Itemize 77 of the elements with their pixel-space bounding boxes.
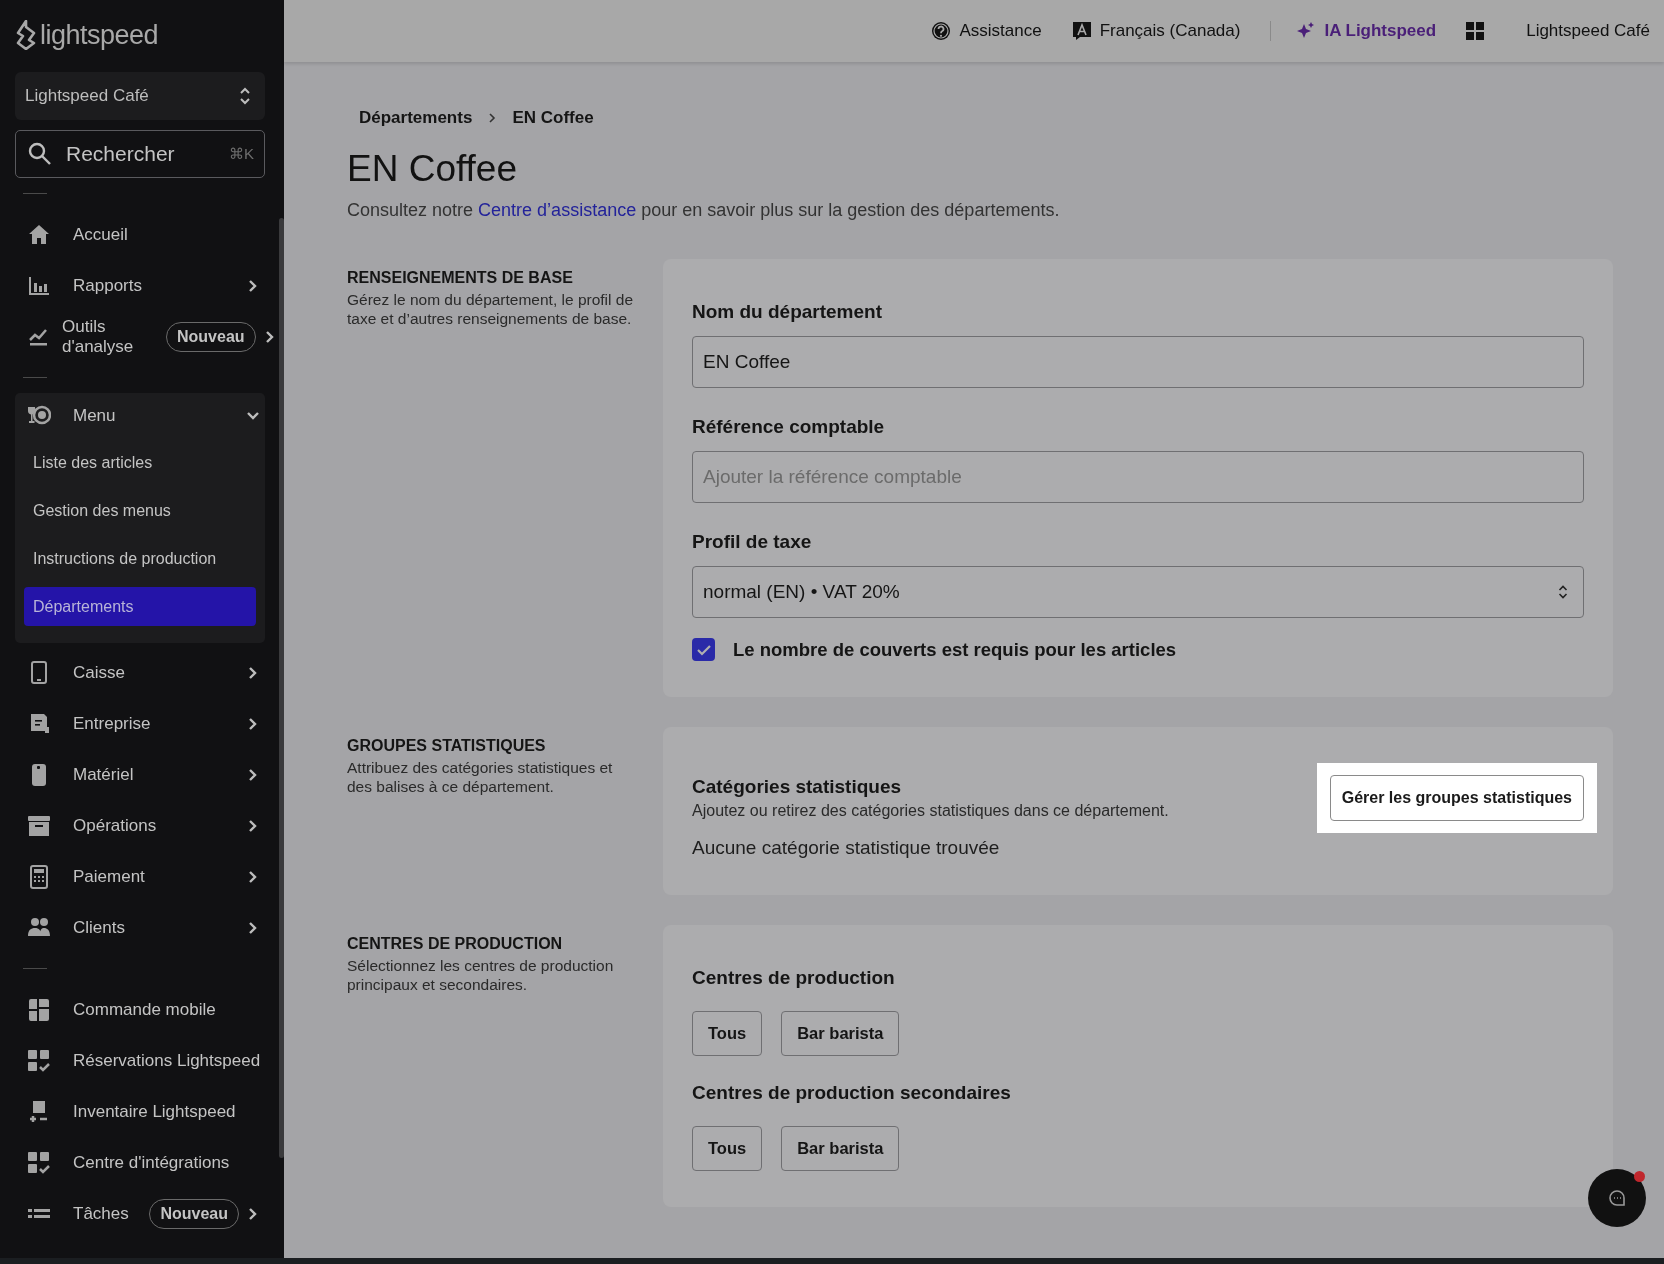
nav-item[interactable]: Paiement [15, 851, 265, 902]
nav-item[interactable]: Menu [15, 393, 265, 439]
submenu-item[interactable]: Liste des articles [24, 443, 256, 482]
topbar-link[interactable]: Lightspeed Café [1526, 21, 1650, 41]
chip-button[interactable]: Tous [692, 1011, 763, 1056]
nav-item[interactable]: Opérations [15, 800, 265, 851]
search-icon [28, 142, 52, 166]
grid-squares-icon [27, 997, 51, 1022]
chat-button[interactable] [1588, 1169, 1646, 1227]
scrollbar[interactable] [279, 218, 284, 1158]
chat-bubble-icon [1608, 1189, 1626, 1207]
field-label: Référence comptable [692, 416, 886, 438]
help-icon [931, 21, 952, 41]
card-subtitle: Ajoutez ou retirez des catégories statistiques dans ce département. [692, 802, 1169, 820]
intro-text: Consultez notre Centre d’assistance pour en savoir plus sur la gestion des départements. [347, 200, 1061, 221]
field-label: Profil de taxe [692, 531, 813, 553]
apps-grid-icon [1466, 22, 1485, 40]
archive-box-icon [27, 813, 51, 838]
input-field[interactable]: EN Coffee [692, 336, 1584, 388]
grid-check-icon [27, 1048, 51, 1073]
nav-item[interactable]: Réservations Lightspeed [15, 1035, 265, 1086]
breadcrumb-link[interactable]: EN Coffee [512, 108, 594, 128]
submenu-item[interactable]: Instructions de production [24, 539, 256, 578]
section-description: Attribuez des catégories statistiques et des balises à ce département. [347, 758, 614, 796]
logo-text: lightspeed [40, 19, 159, 51]
shortcut-hint: ⌘K [229, 145, 254, 163]
search-field[interactable]: Rechercher ⌘K [15, 130, 265, 178]
input-field[interactable]: Ajouter la référence comptable [692, 451, 1584, 503]
card-title: Centres de production [692, 967, 896, 989]
chip-button[interactable]: Bar barista [781, 1126, 900, 1171]
section-description: Gérez le nom du département, le profil de taxe et d’autres renseignements de base. [347, 290, 635, 328]
page-title: EN Coffee [347, 148, 519, 190]
empty-message: Aucune catégorie statistique trouvée [692, 837, 1001, 859]
location-selector[interactable]: Lightspeed Café [15, 72, 265, 120]
apps-button[interactable] [1466, 22, 1485, 40]
nav-item[interactable]: Centre d'intégrations [15, 1137, 265, 1188]
payment-terminal-icon [27, 864, 51, 889]
breadcrumb-link[interactable]: Départements [359, 108, 473, 128]
nav-item[interactable]: Matériel [15, 749, 265, 800]
select-field[interactable]: normal (EN) • VAT 20% [692, 566, 1584, 618]
topbar-link[interactable]: Français (Canada) [1071, 21, 1241, 41]
nav-item[interactable]: Commande mobile [15, 984, 265, 1035]
list-icon [27, 1209, 51, 1218]
nav-item[interactable]: Clients [15, 902, 265, 953]
nav-item[interactable]: Tâches Nouveau [15, 1188, 265, 1239]
topbar-link[interactable]: Assistance [931, 21, 1042, 41]
home-icon [27, 222, 51, 247]
flame-icon [15, 20, 37, 50]
search-input[interactable]: Rechercher [64, 141, 217, 167]
field-label: Nom du département [692, 301, 884, 323]
chip-button[interactable]: Tous [692, 1126, 763, 1171]
scrollbar[interactable] [0, 1258, 1664, 1264]
checkbox[interactable] [692, 638, 715, 661]
section-description: Sélectionnez les centres de production principaux et secondaires. [347, 956, 615, 994]
card-title: Centres de production secondaires [692, 1082, 1012, 1104]
section-heading: RENSEIGNEMENTS DE BASE [347, 269, 574, 287]
up-down-chevron-icon [1558, 584, 1568, 600]
chip-button[interactable]: Bar barista [781, 1011, 900, 1056]
section-heading: CENTRES DE PRODUCTION [347, 935, 564, 953]
nav-item[interactable]: Entreprise [15, 698, 265, 749]
section-heading: GROUPES STATISTIQUES [347, 737, 547, 755]
topbar-link[interactable]: IA Lightspeed [1296, 21, 1437, 41]
checkbox-label: Le nombre de couverts est requis pour les articles [733, 638, 1177, 661]
nav-item[interactable]: Inventaire Lightspeed [15, 1086, 265, 1137]
submenu-item[interactable]: Départements [24, 587, 256, 626]
help-center-link[interactable]: Centre d’assistance [478, 200, 637, 220]
grid-check-icon [27, 1150, 51, 1175]
submenu-item[interactable]: Gestion des menus [24, 491, 256, 530]
language-icon [1071, 21, 1092, 41]
card-title: Catégories statistiques [692, 776, 903, 798]
nav-item[interactable]: Outils d'analyse Nouveau [15, 311, 265, 362]
up-down-chevron-icon [239, 86, 251, 106]
nav-item[interactable]: Accueil [15, 209, 265, 260]
nav-item[interactable]: Caisse [15, 647, 265, 698]
nav-item[interactable]: Rapports [15, 260, 265, 311]
checkmark-icon [696, 643, 711, 656]
manage-groups-button[interactable]: Gérer les groupes statistiques [1329, 775, 1584, 821]
